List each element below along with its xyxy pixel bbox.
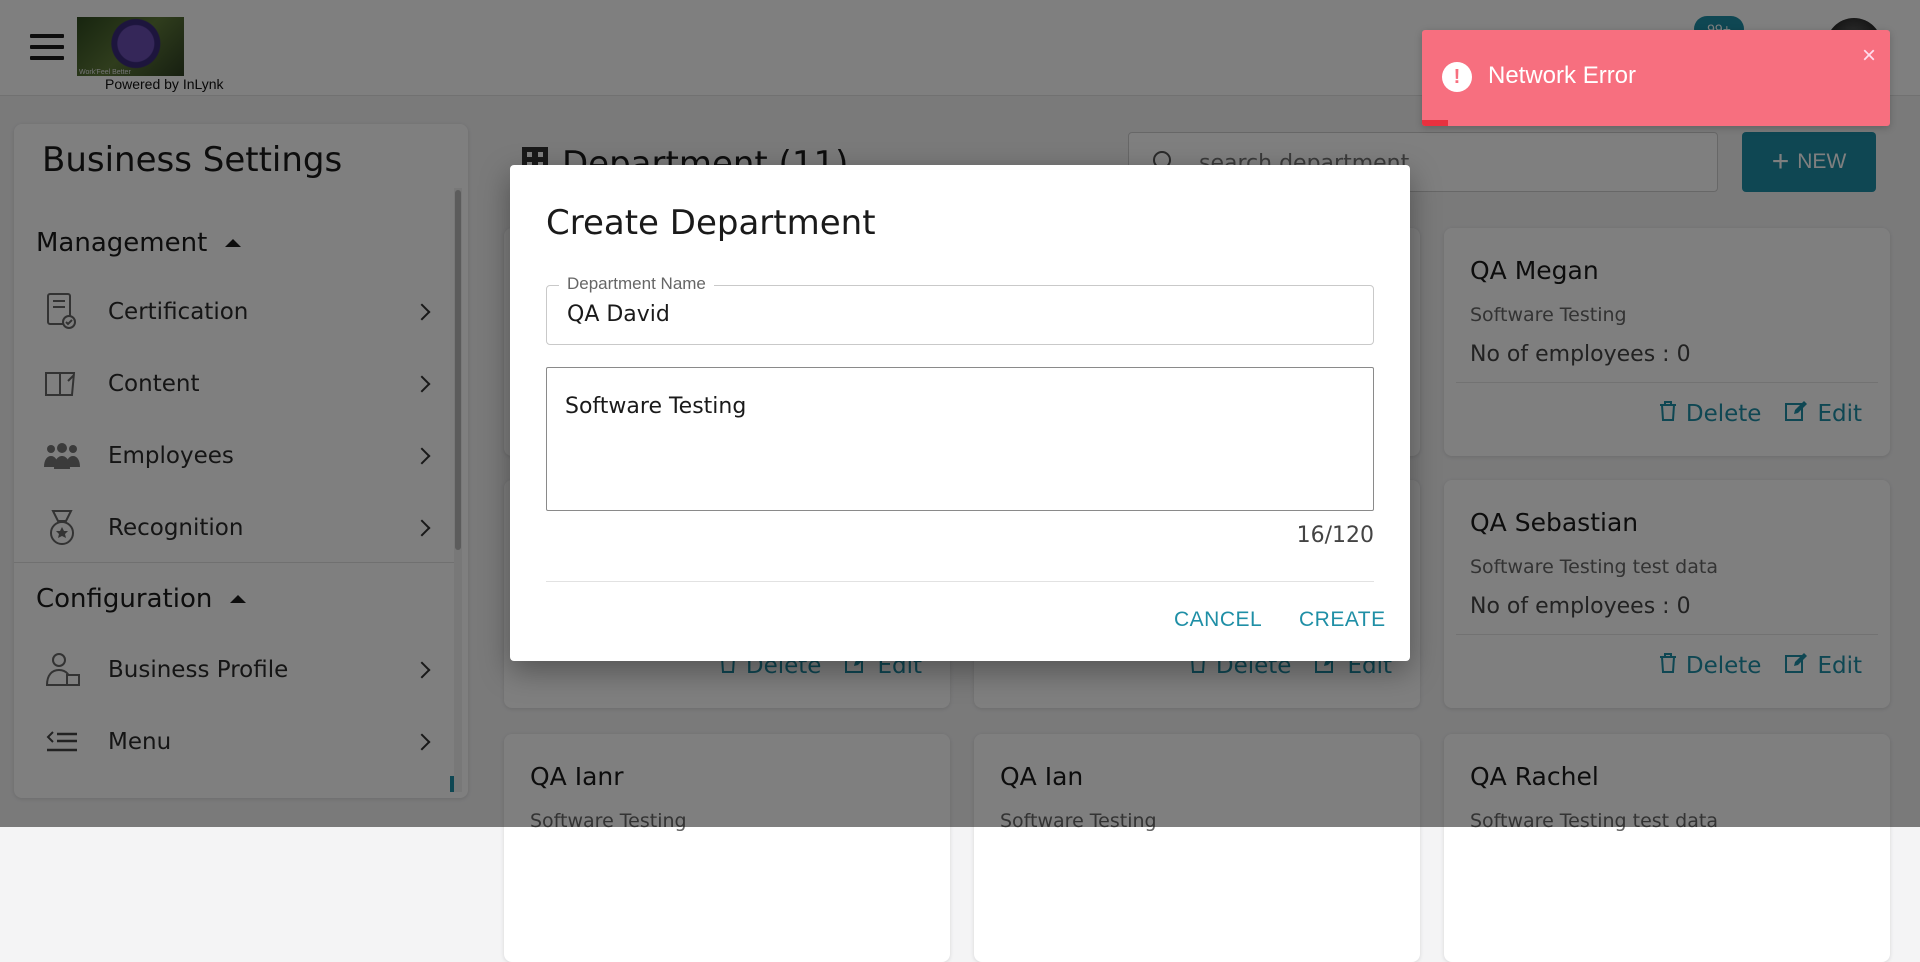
alert-icon: ! <box>1442 62 1472 92</box>
error-toast: ! Network Error × <box>1422 30 1890 126</box>
dialog-title: Create Department <box>546 203 876 243</box>
cancel-button[interactable]: CANCEL <box>1174 608 1262 632</box>
department-name-value[interactable]: QA David <box>567 302 670 327</box>
create-button[interactable]: CREATE <box>1299 608 1386 632</box>
department-name-field[interactable]: Department Name QA David <box>546 274 1374 345</box>
description-value[interactable]: Software Testing <box>565 394 746 419</box>
description-textarea[interactable]: Software Testing <box>546 367 1374 511</box>
toast-progress-bar <box>1422 120 1448 126</box>
close-icon[interactable]: × <box>1862 42 1876 70</box>
character-counter: 16/120 <box>1296 523 1374 548</box>
department-name-label: Department Name <box>559 274 714 294</box>
dialog-divider <box>546 581 1374 582</box>
toast-message: Network Error <box>1488 62 1637 89</box>
create-department-dialog: Create Department Department Name QA Dav… <box>510 165 1410 661</box>
